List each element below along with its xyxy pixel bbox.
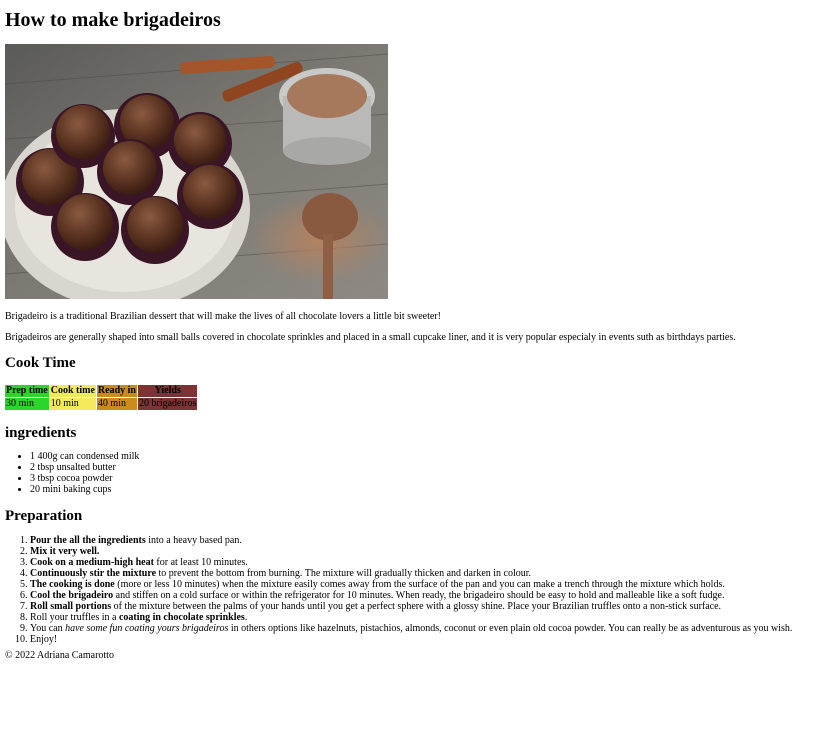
intro-paragraph: Brigadeiro is a traditional Brazilian de… <box>5 311 441 322</box>
step-item: Pour the all the ingredients into a heav… <box>30 535 819 546</box>
step-item: The cooking is done (more or less 10 min… <box>30 579 819 590</box>
step-emphasis: Mix it very well. <box>30 546 100 557</box>
ready-in-value: 40 min <box>96 398 137 410</box>
ingredient-item: 2 tbsp unsalted butter <box>30 462 819 473</box>
step-item: Roll small portions of the mixture betwe… <box>30 601 819 612</box>
step-emphasis: Cool the brigadeiro <box>30 590 114 601</box>
step-text: of the mixture between the palms of your… <box>111 601 722 612</box>
step-emphasis: Roll small portions <box>30 601 112 612</box>
yields-header: Yields <box>137 385 198 397</box>
step-item: Enjoy! <box>30 634 819 645</box>
preparation-heading: Preparation <box>5 508 83 524</box>
step-text: You can <box>30 623 66 634</box>
step-item: Cool the brigadeiro and stiffen on a col… <box>30 590 819 601</box>
step-emphasis: The cooking is done <box>30 579 115 590</box>
yields-value: 20 brigadeiros <box>137 398 198 410</box>
step-text: . <box>244 612 248 623</box>
ingredient-item: 3 tbsp cocoa powder <box>30 473 819 484</box>
step-italic: have some fun coating yours brigadeiros <box>65 623 229 634</box>
cook-time-header: Cook time <box>49 385 96 397</box>
step-item: You can have some fun coating yours brig… <box>30 623 819 634</box>
step-item: Mix it very well. <box>30 546 819 557</box>
preparation-steps: Pour the all the ingredients into a heav… <box>5 535 819 645</box>
ingredient-item: 1 400g can condensed milk <box>30 451 819 462</box>
prep-time-header: Prep time <box>5 385 49 397</box>
step-emphasis: coating in chocolate sprinkles <box>118 612 245 623</box>
copyright-footer: © 2022 Adriana Camarotto <box>5 650 114 661</box>
prep-time-value: 30 min <box>5 398 49 410</box>
page-title: How to make brigadeiros <box>5 9 221 31</box>
step-text: Roll your truffles in a <box>30 612 119 623</box>
cook-time-table: Prep time Cook time Ready in Yields 30 m… <box>4 384 198 411</box>
ingredients-heading: ingredients <box>5 425 77 441</box>
step-text: and stiffen on a cold surface or within … <box>113 590 725 601</box>
step-item: Cook on a medium-high heat for at least … <box>30 557 819 568</box>
cook-time-heading: Cook Time <box>5 355 76 371</box>
cook-time-value: 10 min <box>49 398 96 410</box>
brigadeiro-photo <box>5 44 388 299</box>
step-text: to prevent the bottom from burning. The … <box>156 568 532 579</box>
step-text: in others options like hazelnuts, pistac… <box>228 623 793 634</box>
ingredient-item: 20 mini baking cups <box>30 484 819 495</box>
ingredients-list: 1 400g can condensed milk 2 tbsp unsalte… <box>5 451 819 495</box>
step-text: Enjoy! <box>30 634 58 645</box>
step-emphasis: Pour the all the ingredients <box>30 535 146 546</box>
ready-in-header: Ready in <box>96 385 137 397</box>
step-text: (more or less 10 minutes) when the mixtu… <box>114 579 725 590</box>
step-text: for at least 10 minutes. <box>153 557 248 568</box>
step-emphasis: Continuously stir the mixture <box>30 568 157 579</box>
step-text: into a heavy based pan. <box>145 535 242 546</box>
step-item: Roll your truffles in a coating in choco… <box>30 612 819 623</box>
step-item: Continuously stir the mixture to prevent… <box>30 568 819 579</box>
step-emphasis: Cook on a medium-high heat <box>30 557 154 568</box>
intro-paragraph: Brigadeiros are generally shaped into sm… <box>5 332 736 343</box>
